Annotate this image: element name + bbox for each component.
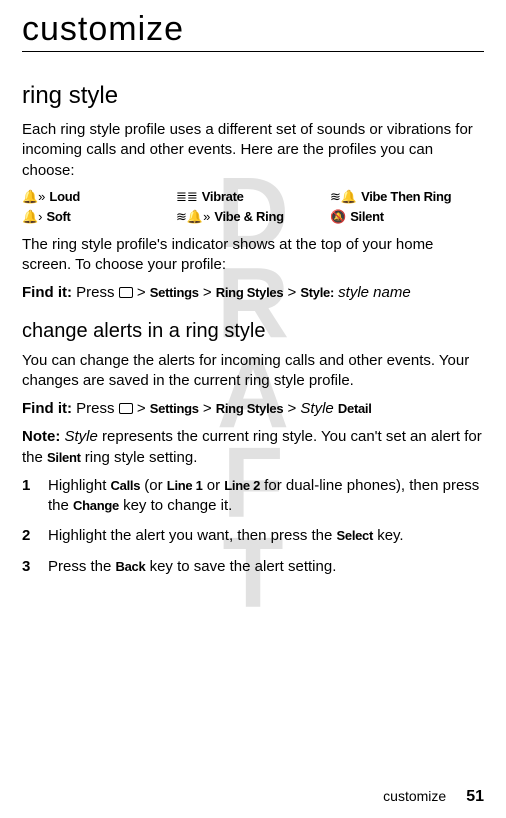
calls: Calls <box>111 478 141 493</box>
select-key: Select <box>337 528 374 543</box>
bell-icon: 🔔» <box>22 189 45 205</box>
style-vibrate: Vibrate <box>202 189 244 204</box>
t: key. <box>373 527 404 544</box>
ring-styles-table: 🔔» Loud ≣≣ Vibrate ≋🔔 Vibe Then Ring 🔔› … <box>22 189 484 225</box>
steps-list: 1 Highlight Calls (or Line 1 or Line 2 f… <box>22 476 484 577</box>
profile-indicator-text: The ring style profile's indicator shows… <box>22 235 484 276</box>
gt: > <box>203 284 212 301</box>
t: (or <box>140 477 167 494</box>
line1: Line 1 <box>167 478 203 493</box>
path-ring-styles: Ring Styles <box>216 285 284 300</box>
vibe-and-ring-icon: ≋🔔» <box>176 209 210 225</box>
change-alerts-intro: You can change the alerts for incoming c… <box>22 351 484 392</box>
find-it-label: Find it: <box>22 400 72 417</box>
gt: > <box>203 400 212 417</box>
vibe-then-ring-icon: ≋🔔 <box>330 189 357 205</box>
step-number: 1 <box>22 476 48 517</box>
gt: > <box>137 400 146 417</box>
t: key to save the alert setting. <box>145 558 336 575</box>
step-number: 3 <box>22 557 48 577</box>
silent-icon: 🔕 <box>330 209 346 225</box>
t: Highlight <box>48 477 111 494</box>
note-text: Note: Style represents the current ring … <box>22 427 484 468</box>
footer-section: customize <box>383 788 446 804</box>
note-silent: Silent <box>47 450 81 465</box>
style-vibe-and-ring: Vibe & Ring <box>214 209 283 224</box>
path-style-italic: Style <box>300 400 333 417</box>
path-ring-styles: Ring Styles <box>216 401 284 416</box>
back-key: Back <box>116 559 146 574</box>
style-soft: Soft <box>47 209 71 224</box>
ring-style-intro: Each ring style profile uses a different… <box>22 120 484 181</box>
page-number: 51 <box>466 788 484 806</box>
t: or <box>203 477 225 494</box>
title-rule <box>22 51 484 52</box>
list-item: 3 Press the Back key to save the alert s… <box>22 557 484 577</box>
note-end: ring style setting. <box>81 449 198 466</box>
path-detail: Detail <box>338 401 372 416</box>
menu-key-icon <box>119 287 133 298</box>
find-it-label: Find it: <box>22 284 72 301</box>
list-item: 2 Highlight the alert you want, then pre… <box>22 526 484 546</box>
note-label: Note: <box>22 428 60 445</box>
gt: > <box>287 400 296 417</box>
path-settings: Settings <box>150 285 199 300</box>
change-key: Change <box>73 498 119 513</box>
gt: > <box>137 284 146 301</box>
path-style: Style: <box>300 285 334 300</box>
t: Press the <box>48 558 116 575</box>
list-item: 1 Highlight Calls (or Line 1 or Line 2 f… <box>22 476 484 517</box>
ring-style-heading: ring style <box>22 82 484 110</box>
path-style-name: style name <box>338 284 411 301</box>
style-loud: Loud <box>49 189 80 204</box>
page-footer: customize 51 <box>0 788 484 806</box>
style-silent: Silent <box>350 209 384 224</box>
vibrate-icon: ≣≣ <box>176 189 198 205</box>
press-text: Press <box>76 284 114 301</box>
line2: Line 2 <box>224 478 260 493</box>
table-row: 🔔› Soft ≋🔔» Vibe & Ring 🔕 Silent <box>22 209 484 225</box>
style-vibe-then-ring: Vibe Then Ring <box>361 189 451 204</box>
t: key to change it. <box>119 497 232 514</box>
path-settings: Settings <box>150 401 199 416</box>
find-it-1: Find it: Press > Settings > Ring Styles … <box>22 283 484 303</box>
press-text: Press <box>76 400 114 417</box>
change-alerts-heading: change alerts in a ring style <box>22 320 484 343</box>
table-row: 🔔» Loud ≣≣ Vibrate ≋🔔 Vibe Then Ring <box>22 189 484 205</box>
bell-soft-icon: 🔔› <box>22 209 43 225</box>
menu-key-icon <box>119 403 133 414</box>
t: Highlight the alert you want, then press… <box>48 527 337 544</box>
note-style-word: Style <box>65 428 98 445</box>
gt: > <box>287 284 296 301</box>
page-title: customize <box>22 10 484 49</box>
step-number: 2 <box>22 526 48 546</box>
find-it-2: Find it: Press > Settings > Ring Styles … <box>22 399 484 419</box>
